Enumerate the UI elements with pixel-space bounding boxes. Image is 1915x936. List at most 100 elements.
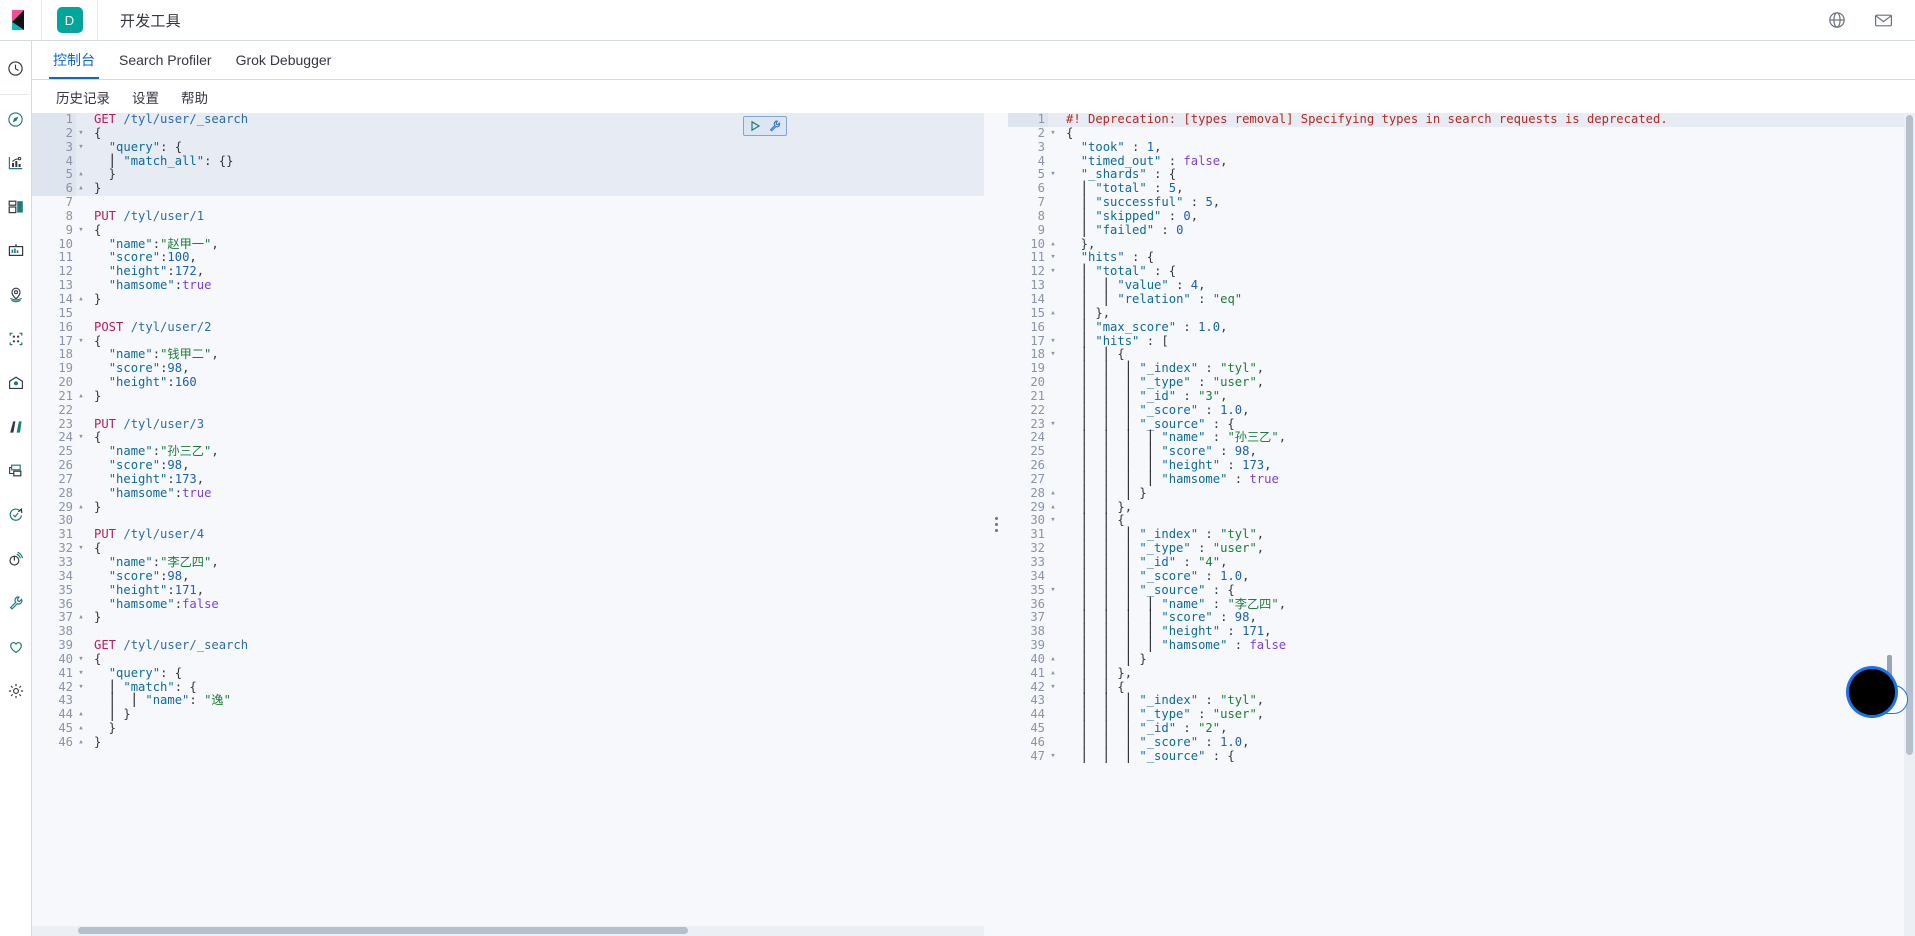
code-line[interactable]: 16 │ "max_score" : 1.0,	[1008, 320, 1915, 335]
fold-toggle-icon[interactable]: ▴	[76, 390, 86, 404]
code-line[interactable]: 10 ▴ },	[1008, 237, 1915, 252]
console-request-editor[interactable]: 1 GET /tyl/user/_search 2 ▾{3 ▾ "query": {4 …	[32, 113, 984, 936]
tab-grok-debugger[interactable]: Grok Debugger	[224, 41, 344, 79]
tab-search-profiler[interactable]: Search Profiler	[107, 41, 224, 79]
code-line[interactable]: 9 │ "failed" : 0	[1008, 223, 1915, 238]
code-line[interactable]: 39 │ │ │ │ "hamsome" : false	[1008, 638, 1915, 653]
fold-toggle-icon[interactable]: ▾	[1048, 514, 1058, 528]
sidebar-item-logs[interactable]	[0, 410, 32, 443]
fold-toggle-icon[interactable]: ▴	[76, 293, 86, 307]
menu-help[interactable]: 帮助	[173, 85, 216, 109]
code-line[interactable]: 37 ▴}	[32, 610, 984, 625]
fold-toggle-icon[interactable]: ▾	[1048, 418, 1058, 432]
code-line[interactable]: 34 "score":98,	[32, 569, 984, 584]
fold-toggle-icon[interactable]: ▴	[76, 722, 86, 736]
code-line[interactable]: 8 PUT /tyl/user/1	[32, 209, 984, 224]
code-line[interactable]: 27 │ │ │ │ "hamsome" : true	[1008, 472, 1915, 487]
fold-toggle-icon[interactable]: ▾	[76, 542, 86, 556]
code-line[interactable]: 32 ▾ {	[32, 541, 984, 556]
fold-toggle-icon[interactable]: ▾	[76, 431, 86, 445]
code-line[interactable]: 45 │ │ │ "_id" : "2",	[1008, 721, 1915, 736]
fold-toggle-icon[interactable]: ▴	[1048, 501, 1058, 515]
code-line[interactable]: 13 "hamsome":true	[32, 278, 984, 293]
code-line[interactable]: 18 "name":"钱甲二",	[32, 347, 984, 362]
fold-toggle-icon[interactable]: ▾	[1048, 681, 1058, 695]
sidebar-item-management[interactable]	[0, 674, 32, 707]
code-line[interactable]: 46 ▴}	[32, 735, 984, 750]
code-line[interactable]: 26 "score":98,	[32, 458, 984, 473]
fold-toggle-icon[interactable]: ▾	[76, 667, 86, 681]
code-line[interactable]: 25 "name":"孙三乙",	[32, 444, 984, 459]
menu-settings[interactable]: 设置	[124, 85, 167, 109]
code-line[interactable]: 4 │ "match_all": {}	[32, 154, 984, 169]
mail-icon[interactable]	[1873, 10, 1893, 30]
code-line[interactable]: 15	[32, 306, 984, 321]
sidebar-item-discover[interactable]	[0, 103, 32, 136]
code-line[interactable]: 29 ▴ │ │ },	[1008, 500, 1915, 515]
code-line[interactable]: 36 "hamsome":false	[32, 597, 984, 612]
code-line[interactable]: 35 ▾ │ │ │ "_source" : {	[1008, 583, 1915, 598]
code-line[interactable]: 45 ▴ }	[32, 721, 984, 736]
code-line[interactable]: 28 ▴ │ │ │ }	[1008, 486, 1915, 501]
fold-toggle-icon[interactable]: ▴	[76, 736, 86, 750]
fold-toggle-icon[interactable]: ▴	[76, 611, 86, 625]
fold-toggle-icon[interactable]: ▾	[1048, 750, 1058, 764]
code-line[interactable]: 3 ▾ "query": {	[32, 140, 984, 155]
code-line[interactable]: 30	[32, 514, 984, 528]
tab-console[interactable]: 控制台	[41, 41, 107, 79]
code-line[interactable]: 20 │ │ │ "_type" : "user",	[1008, 375, 1915, 390]
fold-toggle-icon[interactable]: ▴	[1048, 307, 1058, 321]
fold-toggle-icon[interactable]: ▴	[1048, 653, 1058, 667]
sidebar-item-monitoring[interactable]	[0, 630, 32, 663]
code-line[interactable]: 38	[32, 624, 984, 639]
fold-toggle-icon[interactable]: ▾	[1048, 335, 1058, 349]
fold-toggle-icon[interactable]: ▾	[76, 653, 86, 667]
sidebar-item-maps[interactable]	[0, 278, 32, 311]
response-vscroll-thumb[interactable]	[1906, 115, 1913, 755]
sidebar-item-siem[interactable]	[0, 542, 32, 575]
code-line[interactable]: 19 │ │ │ "_index" : "tyl",	[1008, 361, 1915, 376]
code-line[interactable]: 12 "height":172,	[32, 264, 984, 279]
play-icon[interactable]	[747, 118, 764, 135]
code-line[interactable]: 1 GET /tyl/user/_search	[32, 113, 984, 127]
fold-toggle-icon[interactable]: ▾	[76, 335, 86, 349]
code-line[interactable]: 2 ▾ {	[32, 126, 984, 141]
code-line[interactable]: 5 ▴ }	[32, 167, 984, 183]
fold-toggle-icon[interactable]: ▾	[1048, 168, 1058, 182]
code-line[interactable]: 9 ▾ {	[32, 223, 984, 238]
fold-toggle-icon[interactable]: ▴	[76, 182, 86, 196]
sidebar-item-visualize[interactable]	[0, 146, 32, 179]
sidebar-item-uptime[interactable]	[0, 498, 32, 531]
code-line[interactable]: 33 "name":"李乙四",	[32, 555, 984, 570]
code-line[interactable]: 10 "name":"赵甲一",	[32, 237, 984, 252]
code-line[interactable]: 47 ▾ │ │ │ "_source" : {	[1008, 749, 1915, 764]
request-hscroll-thumb[interactable]	[78, 927, 688, 934]
code-line[interactable]: 27 "height":173,	[32, 472, 984, 487]
console-response-editor[interactable]: 1 #! Deprecation: [types removal] Specify…	[1008, 113, 1915, 936]
code-line[interactable]: 38 │ │ │ │ "height" : 171,	[1008, 624, 1915, 639]
fold-toggle-icon[interactable]: ▾	[76, 681, 86, 695]
code-line[interactable]: 7	[32, 195, 984, 210]
code-line[interactable]: 26 │ │ │ │ "height" : 173,	[1008, 458, 1915, 473]
code-line[interactable]: 4 "timed_out" : false,	[1008, 154, 1915, 169]
fold-toggle-icon[interactable]: ▴	[1048, 238, 1058, 252]
fold-toggle-icon[interactable]: ▾	[76, 127, 86, 141]
fold-toggle-icon[interactable]: ▾	[1048, 127, 1058, 141]
fold-toggle-icon[interactable]: ▴	[76, 708, 86, 722]
code-line[interactable]: 17 ▾ │ "hits" : [	[1008, 334, 1915, 349]
code-line[interactable]: 3 "took" : 1,	[1008, 140, 1915, 155]
code-line[interactable]: 29 ▴}	[32, 500, 984, 515]
sidebar-item-dashboard[interactable]	[0, 190, 32, 223]
code-line[interactable]: 31 PUT /tyl/user/4	[32, 527, 984, 542]
code-line[interactable]: 34 │ │ │ "_score" : 1.0,	[1008, 569, 1915, 584]
code-line[interactable]: 21 ▴}	[32, 389, 984, 404]
code-line[interactable]: 13 │ │ "value" : 4,	[1008, 278, 1915, 293]
code-line[interactable]: 46 │ │ │ "_score" : 1.0,	[1008, 735, 1915, 750]
code-line[interactable]: 7 │ "successful" : 5,	[1008, 195, 1915, 210]
fold-toggle-icon[interactable]: ▴	[76, 168, 86, 182]
code-line[interactable]: 39 GET /tyl/user/_search	[32, 638, 984, 653]
code-line[interactable]: 6 │ "total" : 5,	[1008, 181, 1915, 196]
code-line[interactable]: 22 │ │ │ "_score" : 1.0,	[1008, 403, 1915, 418]
space-switcher-button[interactable]: D	[42, 0, 98, 40]
fold-toggle-icon[interactable]: ▴	[1048, 667, 1058, 681]
